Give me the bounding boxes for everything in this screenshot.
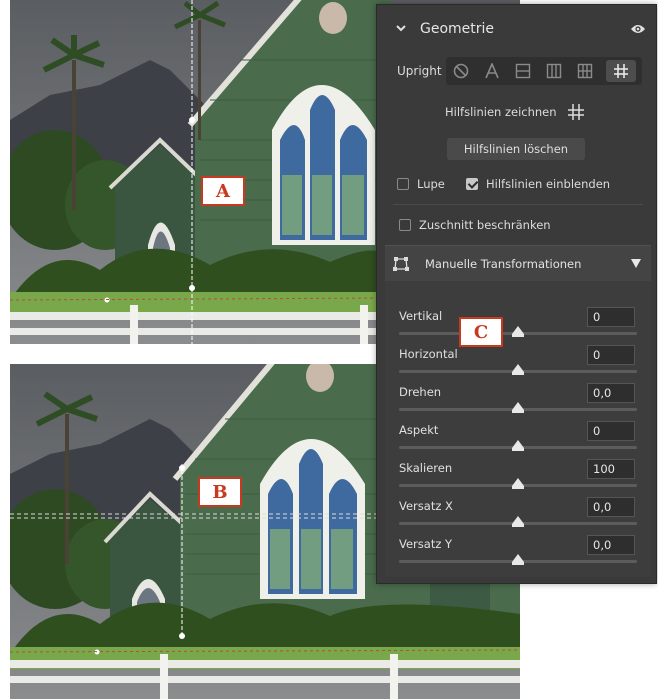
upright-level-button[interactable] (510, 60, 536, 82)
guided-crosshair-icon (614, 64, 628, 78)
slider-vertikal: Vertikal 0 (385, 307, 651, 345)
draw-guides-icon[interactable] (567, 103, 585, 121)
show-guides-checkbox[interactable] (466, 178, 478, 190)
slider-versatz-y: Versatz Y 0,0 (385, 535, 651, 573)
upright-full-button[interactable] (572, 60, 598, 82)
figure: A B Geometrie Upright Hilfslinien zeichn… (0, 0, 658, 699)
slider-drehen: Drehen 0,0 (385, 383, 651, 421)
loupe-checkbox[interactable] (397, 178, 409, 190)
transform-icon (393, 257, 409, 271)
slider-list: Vertikal 0 Horizontal 0 Drehen 0,0 Aspek… (385, 281, 651, 577)
upright-row: Upright (377, 57, 656, 85)
slider-thumb[interactable] (512, 516, 524, 527)
badge-c: C (459, 317, 503, 347)
slider-horizontal: Horizontal 0 (385, 345, 651, 383)
panel-title: Geometrie (420, 21, 495, 37)
upright-label: Upright (397, 64, 442, 78)
manual-transform-title: Manuelle Transformationen (425, 257, 582, 271)
slider-thumb[interactable] (512, 326, 524, 337)
slider-label: Versatz Y (399, 537, 453, 551)
letter-a-icon (485, 63, 499, 79)
eye-icon[interactable] (630, 23, 646, 35)
grid-icon (577, 63, 593, 79)
show-guides-label: Hilfslinien einblenden (486, 177, 611, 191)
geometry-panel: Geometrie Upright Hilfslinien zeichnen H… (376, 4, 657, 584)
slider-thumb[interactable] (512, 554, 524, 565)
slider-thumb[interactable] (512, 478, 524, 489)
loupe-label: Lupe (417, 177, 445, 191)
slider-label: Drehen (399, 385, 442, 399)
slider-label: Horizontal (399, 347, 458, 361)
slider-thumb[interactable] (512, 402, 524, 413)
slider-skalieren: Skalieren 100 (385, 459, 651, 497)
slider-value-field[interactable]: 0 (587, 421, 635, 441)
slider-value-field[interactable]: 0 (587, 345, 635, 365)
slider-thumb[interactable] (512, 364, 524, 375)
slider-label: Versatz X (399, 499, 453, 513)
manual-transform-header[interactable]: Manuelle Transformationen (385, 245, 651, 281)
slider-value-field[interactable]: 0,0 (587, 497, 635, 517)
upright-auto-button[interactable] (479, 60, 505, 82)
slider-versatz-x: Versatz X 0,0 (385, 497, 651, 535)
upright-button-group (446, 57, 642, 85)
upright-vertical-button[interactable] (541, 60, 567, 82)
panel-header[interactable]: Geometrie (377, 5, 656, 53)
chevron-down-icon[interactable] (395, 22, 407, 34)
slider-value-field[interactable]: 0,0 (587, 383, 635, 403)
triangle-down-icon[interactable] (631, 259, 641, 268)
badge-b: B (198, 477, 242, 507)
slider-value-field[interactable]: 100 (587, 459, 635, 479)
slider-value-field[interactable]: 0 (587, 307, 635, 327)
slider-aspekt: Aspekt 0 (385, 421, 651, 459)
draw-guides-label: Hilfslinien zeichnen (445, 105, 557, 119)
separator (393, 204, 643, 205)
clear-guides-button[interactable]: Hilfslinien löschen (447, 138, 585, 160)
badge-a: A (201, 176, 245, 206)
slider-label: Skalieren (399, 461, 453, 475)
slider-label: Aspekt (399, 423, 439, 437)
circle-slash-icon (453, 63, 469, 79)
slider-value-field[interactable]: 0,0 (587, 535, 635, 555)
slider-thumb[interactable] (512, 440, 524, 451)
level-icon (515, 63, 531, 79)
constrain-crop-label: Zuschnitt beschränken (419, 218, 551, 232)
constrain-crop-checkbox[interactable] (399, 219, 411, 231)
upright-off-button[interactable] (448, 60, 474, 82)
upright-guided-button[interactable] (606, 60, 636, 82)
slider-label: Vertikal (399, 309, 443, 323)
vertical-icon (546, 63, 562, 79)
